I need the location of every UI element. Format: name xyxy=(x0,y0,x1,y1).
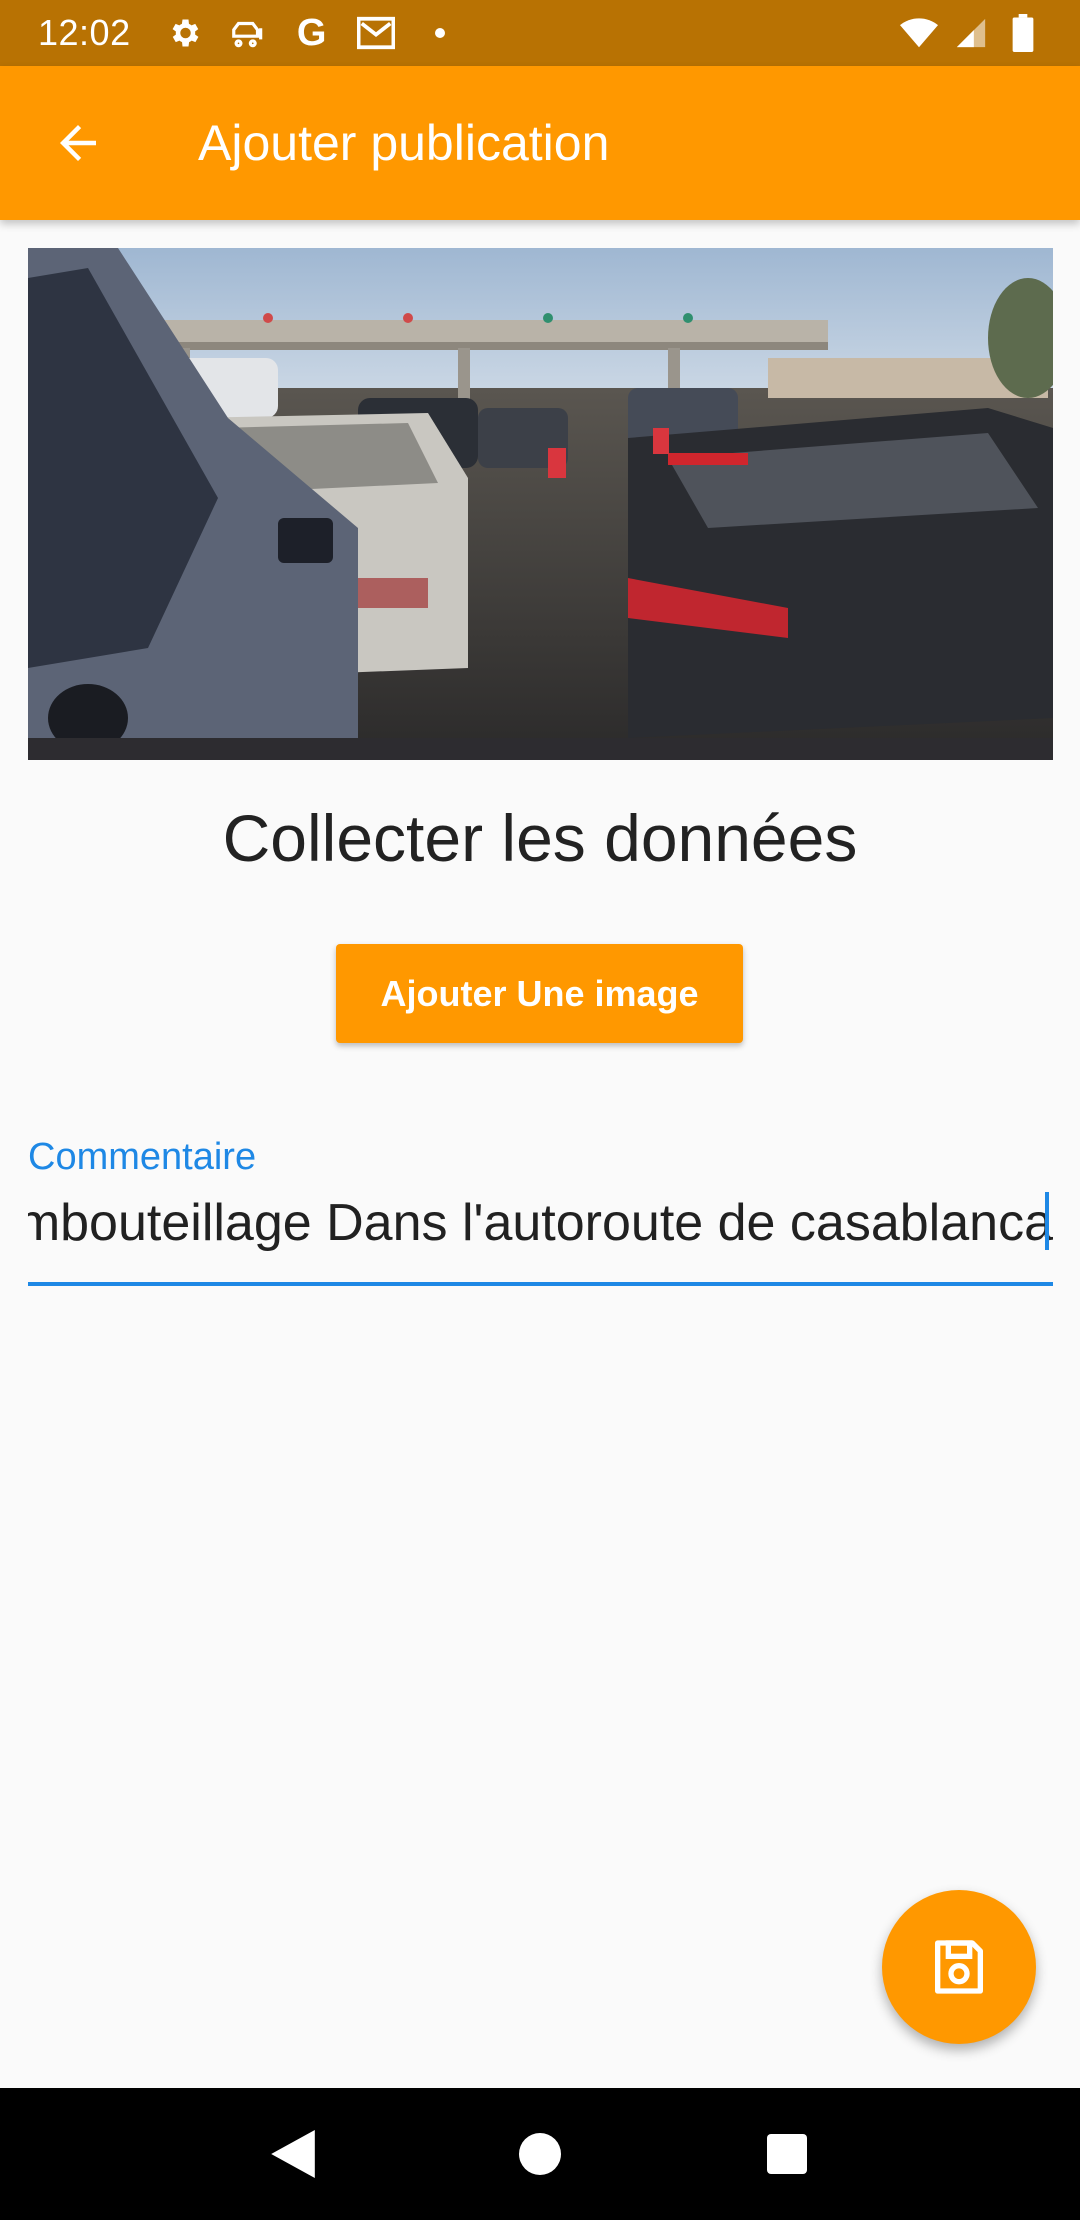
dot-icon xyxy=(421,14,459,52)
nav-back-button[interactable] xyxy=(253,2114,333,2194)
wifi-icon xyxy=(900,14,938,52)
home-circle-icon xyxy=(518,2133,561,2175)
text-cursor xyxy=(1045,1192,1049,1250)
notification-icons: G xyxy=(165,14,459,52)
app-bar: Ajouter publication xyxy=(0,66,1080,220)
save-icon xyxy=(935,1940,983,1994)
arrow-left-icon xyxy=(60,125,96,161)
publication-image xyxy=(28,248,1053,760)
car-icon xyxy=(229,14,267,52)
battery-icon xyxy=(1004,14,1042,52)
section-title: Collecter les données xyxy=(222,801,858,875)
comment-input[interactable]: Embouteillage Dans l'autoroute de casabl… xyxy=(28,1184,1053,1270)
nav-home-button[interactable] xyxy=(500,2114,580,2194)
system-icons xyxy=(900,14,1042,52)
back-button[interactable] xyxy=(36,101,120,185)
status-bar: 12:02 G xyxy=(0,0,1080,66)
page-title: Ajouter publication xyxy=(198,115,610,171)
save-button[interactable] xyxy=(882,1890,1036,2044)
back-triangle-icon xyxy=(271,2130,316,2178)
add-image-button[interactable]: Ajouter Une image xyxy=(336,944,743,1043)
system-navigation-bar xyxy=(0,2088,1080,2220)
recents-square-icon xyxy=(766,2134,807,2174)
gmail-icon xyxy=(356,14,395,52)
google-icon: G xyxy=(296,12,327,54)
comment-input-value: Embouteillage Dans l'autoroute de casabl… xyxy=(28,1194,1053,1252)
comment-underline xyxy=(28,1282,1053,1286)
status-time: 12:02 xyxy=(38,12,131,53)
settings-icon xyxy=(165,14,203,52)
comment-label: Commentaire xyxy=(28,1136,257,1178)
nav-recents-button[interactable] xyxy=(747,2114,827,2194)
signal-icon xyxy=(952,14,990,52)
